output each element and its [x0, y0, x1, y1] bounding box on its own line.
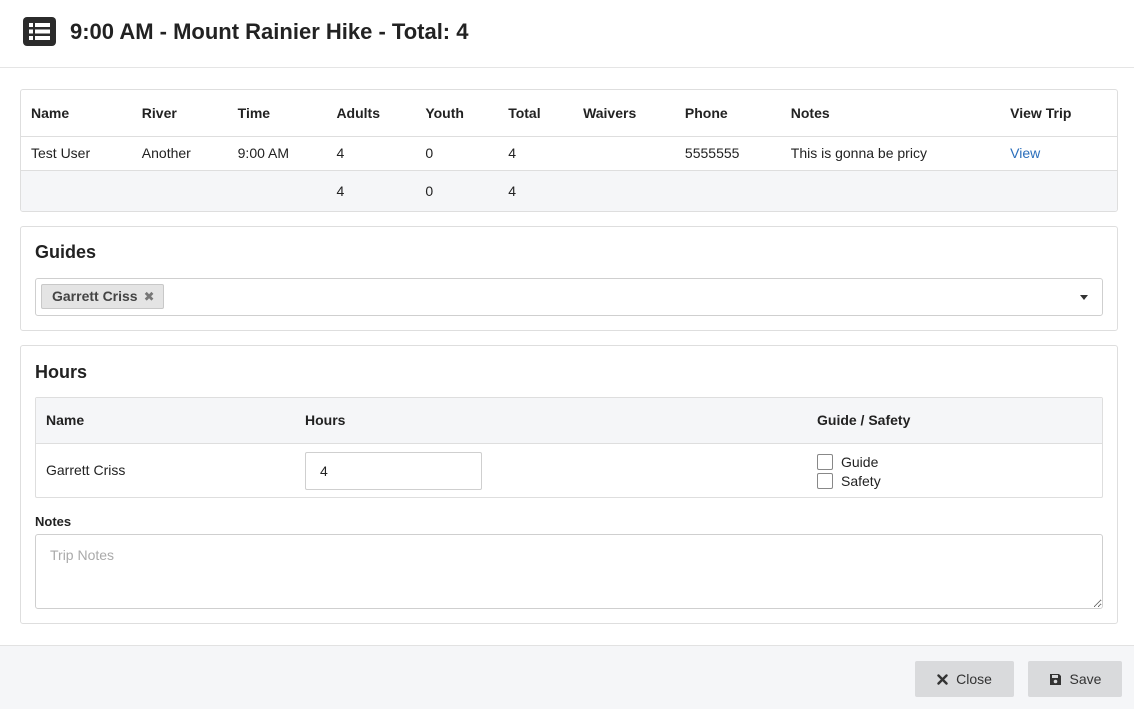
cell-notes: This is gonna be pricy — [780, 136, 1001, 171]
cell-name: Test User — [21, 136, 132, 171]
notes-label: Notes — [35, 514, 72, 529]
guide-checkbox-label: Guide — [841, 454, 879, 471]
guides-select[interactable]: Garrett Criss ✖ — [35, 278, 1103, 316]
guide-chip-label: Garrett Criss — [52, 288, 138, 304]
save-button-label: Save — [1069, 671, 1102, 687]
col-youth: Youth — [415, 90, 499, 137]
total-youth: 0 — [415, 170, 499, 211]
total-adults: 4 — [326, 170, 416, 211]
col-river: River — [131, 90, 228, 137]
hours-row-name: Garrett Criss — [46, 462, 126, 478]
col-total: Total — [498, 90, 574, 137]
hours-table: Name Hours Guide / Safety Garrett Criss … — [35, 397, 1103, 498]
close-button-label: Close — [956, 671, 992, 687]
cell-river: Another — [131, 136, 228, 171]
list-icon — [23, 17, 56, 46]
close-button[interactable]: Close — [915, 661, 1014, 697]
cell-adults: 4 — [326, 136, 416, 171]
table-row: Test User Another 9:00 AM 4 0 4 5555555 … — [21, 136, 1117, 171]
col-view-trip: View Trip — [1000, 90, 1117, 137]
modal-footer: Close Save — [0, 645, 1134, 709]
trip-notes-textarea[interactable] — [35, 534, 1103, 609]
view-trip-link[interactable]: View — [1010, 145, 1040, 161]
cell-waivers — [573, 136, 675, 171]
guides-title: Guides — [35, 242, 97, 262]
cell-youth: 0 — [415, 136, 499, 171]
hours-col-guide-safety: Guide / Safety — [817, 412, 911, 428]
guide-chip: Garrett Criss ✖ — [41, 284, 164, 309]
save-button[interactable]: Save — [1028, 661, 1122, 697]
hours-input[interactable] — [305, 452, 482, 490]
guides-panel: Guides Garrett Criss ✖ — [20, 226, 1118, 331]
trips-header-row: Name River Time Adults Youth Total Waive… — [21, 90, 1117, 137]
col-adults: Adults — [326, 90, 416, 137]
safety-checkbox-row[interactable]: Safety — [817, 472, 881, 490]
trips-table-container: Name River Time Adults Youth Total Waive… — [20, 89, 1118, 212]
modal-header: 9:00 AM - Mount Rainier Hike - Total: 4 — [0, 0, 1134, 68]
col-phone: Phone — [674, 90, 781, 137]
caret-down-icon[interactable] — [1080, 295, 1088, 300]
modal-title: 9:00 AM - Mount Rainier Hike - Total: 4 — [70, 19, 469, 44]
floppy-disk-icon — [1049, 673, 1061, 685]
guide-checkbox[interactable] — [817, 454, 833, 471]
remove-chip-icon[interactable]: ✖ — [144, 289, 155, 304]
col-time: Time — [227, 90, 327, 137]
total-total: 4 — [498, 170, 574, 211]
hours-col-hours: Hours — [305, 412, 346, 428]
trips-table: Name River Time Adults Youth Total Waive… — [21, 90, 1117, 211]
hours-panel: Hours Name Hours Guide / Safety Garrett … — [20, 345, 1118, 624]
safety-checkbox-label: Safety — [841, 473, 881, 490]
cell-phone: 5555555 — [674, 136, 781, 171]
cell-view-trip: View — [1000, 136, 1117, 171]
col-waivers: Waivers — [573, 90, 675, 137]
cell-total: 4 — [498, 136, 574, 171]
hours-header-row: Name Hours Guide / Safety — [36, 398, 1102, 444]
hours-col-name: Name — [46, 412, 85, 428]
guide-checkbox-row[interactable]: Guide — [817, 453, 878, 471]
close-icon — [937, 673, 948, 685]
cell-time: 9:00 AM — [227, 136, 327, 171]
hours-title: Hours — [35, 362, 88, 382]
safety-checkbox[interactable] — [817, 473, 833, 490]
col-name: Name — [21, 90, 132, 137]
totals-row: 4 0 4 — [21, 170, 1117, 211]
col-notes: Notes — [780, 90, 1001, 137]
